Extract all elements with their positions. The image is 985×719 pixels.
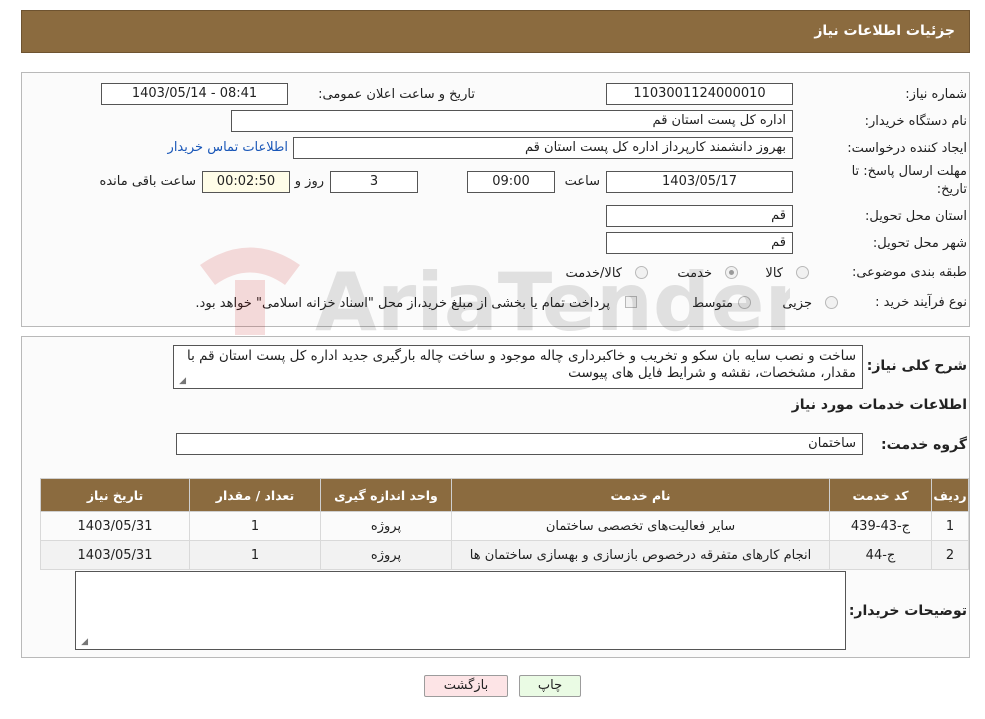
announce-label: تاریخ و ساعت اعلان عمومی: [318,87,475,102]
remaining-time-label: ساعت باقی مانده [99,174,196,189]
category-option-goods: کالا [765,266,783,281]
city-field: قم [606,232,793,254]
services-section-title: اطلاعات خدمات مورد نیاز [791,397,967,413]
deadline-label-1: مهلت ارسال پاسخ: تا [851,164,967,179]
resize-grip-icon[interactable]: ◢ [79,638,88,647]
cell-unit: پروژه [320,511,452,541]
creator-field: بهروز دانشمند کارپرداز اداره کل پست استا… [293,137,793,159]
process-radio-medium[interactable] [738,296,751,309]
col-service-name: نام خدمت [451,478,830,512]
category-radio-goods[interactable] [796,266,809,279]
province-label: استان محل تحویل: [865,209,967,224]
deadline-date-field: 1403/05/17 [606,171,793,193]
creator-label: ایجاد کننده درخواست: [847,141,967,156]
page-header: جزئیات اطلاعات نیاز [21,10,970,53]
cell-need-date: 1403/05/31 [40,511,190,541]
col-need-date: تاریخ نیاز [40,478,190,512]
resize-grip-icon[interactable]: ◢ [177,377,186,386]
col-unit: واحد اندازه گیری [320,478,452,512]
cell-unit: پروژه [320,540,452,570]
category-option-goods-service: کالا/خدمت [565,266,622,281]
col-quantity: تعداد / مقدار [189,478,321,512]
process-option-medium: متوسط [692,296,733,311]
remaining-time-field: 00:02:50 [202,171,290,193]
payment-note: پرداخت تمام یا بخشی از مبلغ خرید،از محل … [195,296,610,311]
print-button[interactable]: چاپ [519,675,581,697]
cell-need-date: 1403/05/31 [40,540,190,570]
service-group-field: ساختمان [176,433,863,455]
back-button[interactable]: بازگشت [424,675,508,697]
buyer-notes-textarea[interactable]: ◢ [75,571,846,650]
service-group-label: گروه خدمت: [881,437,967,453]
cell-service-name: سایر فعالیت‌های تخصصی ساختمان [451,511,830,541]
category-option-service: خدمت [677,266,712,281]
buyer-org-field: اداره کل پست استان قم [231,110,793,132]
category-radio-service[interactable] [725,266,738,279]
cell-service-code: ج-44 [829,540,932,570]
process-radio-minor[interactable] [825,296,838,309]
announce-field: 1403/05/14 - 08:41 [101,83,288,105]
page-title: جزئیات اطلاعات نیاز [814,23,955,39]
days-label: روز و [294,174,324,189]
cell-row-number: 1 [931,511,969,541]
cell-service-name: انجام کارهای متفرقه درخصوص بازسازی و بهس… [451,540,830,570]
deadline-time-label: ساعت [564,174,600,189]
need-number-label: شماره نیاز: [905,87,967,102]
cell-quantity: 1 [189,511,321,541]
deadline-label-2: تاریخ: [936,182,967,197]
buyer-contact-link[interactable]: اطلاعات تماس خریدار [168,140,288,155]
payment-checkbox[interactable] [625,296,637,308]
buyer-org-label: نام دستگاه خریدار: [864,114,967,129]
description-label: شرح کلی نیاز: [866,358,967,374]
table-header-row: ردیف کد خدمت نام خدمت واحد اندازه گیری ت… [40,478,969,512]
category-label: طبقه بندی موضوعی: [851,265,967,280]
buyer-notes-label: توضیحات خریدار: [848,603,967,619]
table-row: 1 ج-43-439 سایر فعالیت‌های تخصصی ساختمان… [40,511,969,541]
deadline-time-field: 09:00 [467,171,555,193]
description-text: ساخت و نصب سایه بان سکو و تخریب و خاکبرد… [186,348,856,381]
process-option-minor: جزیی [782,296,812,311]
city-label: شهر محل تحویل: [872,236,967,251]
days-field: 3 [330,171,418,193]
category-radio-goods-service[interactable] [635,266,648,279]
need-number-field: 1103001124000010 [606,83,793,105]
description-textarea[interactable]: ساخت و نصب سایه بان سکو و تخریب و خاکبرد… [173,345,863,389]
process-label: نوع فرآیند خرید : [875,295,967,310]
cell-row-number: 2 [931,540,969,570]
col-service-code: کد خدمت [829,478,932,512]
cell-service-code: ج-43-439 [829,511,932,541]
cell-quantity: 1 [189,540,321,570]
table-row: 2 ج-44 انجام کارهای متفرقه درخصوص بازساز… [40,540,969,570]
province-field: قم [606,205,793,227]
services-table: ردیف کد خدمت نام خدمت واحد اندازه گیری ت… [40,478,969,570]
col-row-number: ردیف [931,478,969,512]
